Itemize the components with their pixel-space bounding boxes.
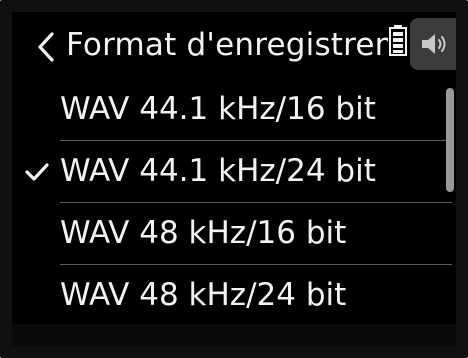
list-item-wav-44-16[interactable]: WAV 44.1 kHz/16 bit — [12, 78, 446, 140]
list-item-wav-48-16[interactable]: WAV 48 kHz/16 bit — [12, 202, 446, 264]
bottom-area — [12, 324, 456, 346]
list-item-wav-44-24[interactable]: WAV 44.1 kHz/24 bit — [12, 140, 446, 202]
device-bezel: Format d'enregistrem WAV 44.1 kHz/16 bit… — [0, 0, 468, 358]
speaker-volume-button[interactable] — [410, 18, 456, 70]
speaker-volume-icon — [422, 34, 446, 54]
list-item-label: WAV 44.1 kHz/24 bit — [60, 153, 376, 189]
header-bar: Format d'enregistrem — [12, 12, 456, 78]
list-item-label: WAV 44.1 kHz/16 bit — [60, 91, 376, 127]
checkmark-icon — [25, 163, 49, 181]
list-item-label: WAV 48 kHz/16 bit — [60, 215, 347, 251]
chevron-left-icon[interactable] — [34, 30, 60, 64]
scrollbar-thumb[interactable] — [446, 88, 454, 192]
list-item-wav-48-24[interactable]: WAV 48 kHz/24 bit — [12, 264, 446, 326]
page-title: Format d'enregistrem — [66, 27, 388, 63]
device-screen: Format d'enregistrem WAV 44.1 kHz/16 bit… — [12, 12, 456, 346]
list-item-label: WAV 48 kHz/24 bit — [60, 277, 347, 313]
battery-icon — [389, 25, 407, 56]
